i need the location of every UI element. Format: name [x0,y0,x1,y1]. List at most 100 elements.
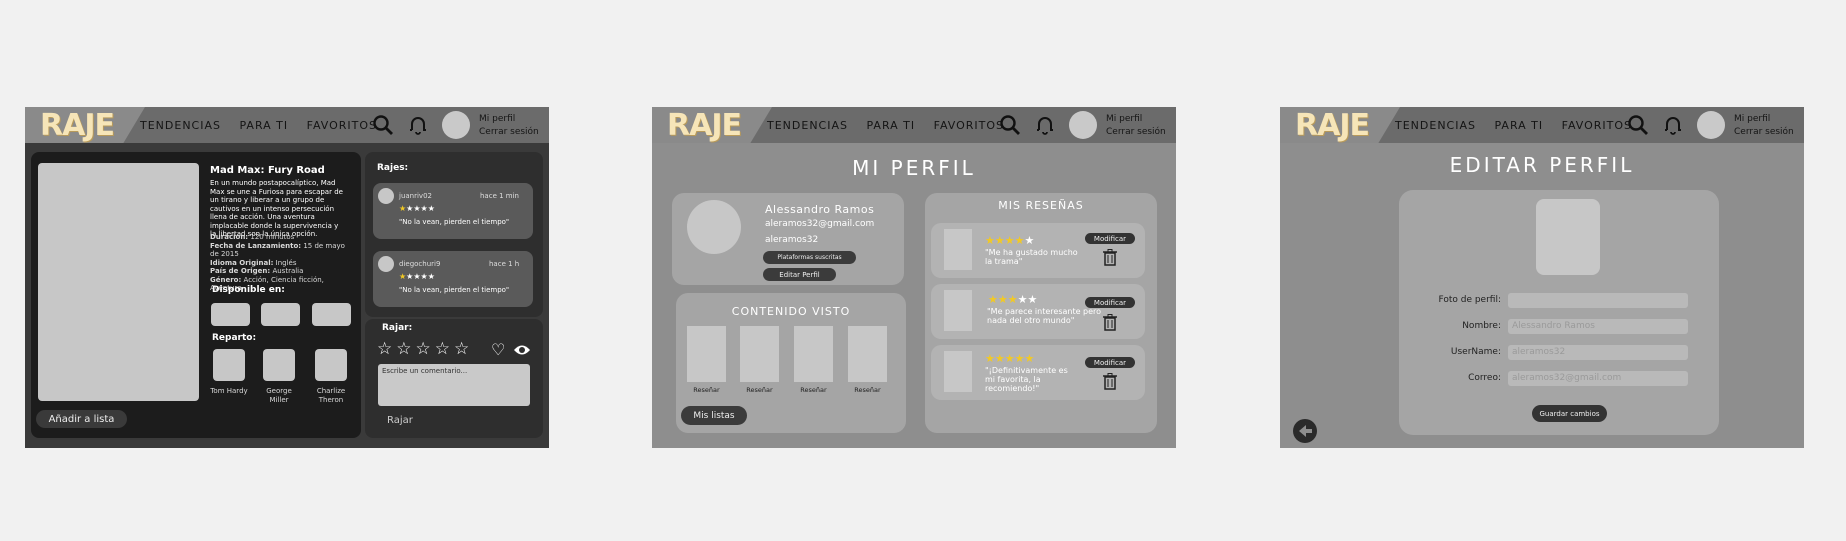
raje-rating: ★★★★★ [399,272,435,281]
profile-photo-preview [1536,199,1600,275]
logo[interactable]: RAJE [1295,108,1370,143]
avatar [378,256,394,272]
avatar[interactable] [1697,111,1725,139]
available-label: Disponible en: [212,285,285,295]
trash-icon[interactable] [1103,249,1117,266]
platform-slot[interactable] [261,303,300,326]
edit-profile-button[interactable]: Editar Perfil [763,268,836,281]
duration-value: 120 minutos [250,233,295,241]
seen-title: CONTENIDO VISTO [731,305,851,318]
bell-icon[interactable] [407,114,429,136]
cast-photo [263,349,295,381]
navbar: RAJE TENDENCIAS PARA TI FAVORITOS Mi per… [652,107,1176,143]
username-label: UserName: [1450,347,1501,357]
raje-time: hace 1 h [489,260,520,268]
review-link[interactable]: Reseñar [687,386,726,394]
avatar[interactable] [442,111,470,139]
movie-poster [38,163,199,401]
review-text: "Me ha gustado mucho la trama" [985,248,1078,266]
mi-perfil-link[interactable]: Mi perfil [479,113,539,126]
profile-screen: RAJE TENDENCIAS PARA TI FAVORITOS Mi per… [652,107,1176,448]
heart-icon[interactable]: ♡ [491,340,505,359]
movie-title: Mad Max: Fury Road [210,165,325,176]
nav-link-favoritos[interactable]: FAVORITOS [307,119,377,132]
comment-input[interactable]: Escribe un comentario... [378,364,530,406]
cast-photo [315,349,347,381]
rajar-heading: Rajar: [382,323,413,333]
photo-label: Foto de perfil: [1438,295,1501,305]
review-link[interactable]: Reseñar [848,386,887,394]
edit-profile-screen: RAJE TENDENCIAS PARA TI FAVORITOS Mi per… [1280,107,1804,448]
rating-stars-input[interactable]: ☆☆☆☆☆ [377,339,473,359]
raje-time: hace 1 min [480,192,519,200]
review-link[interactable]: Reseñar [740,386,779,394]
seen-poster [687,326,726,382]
raje-rating: ★★★★★ [399,204,435,213]
page-title: EDITAR PERFIL [1449,153,1635,177]
modify-button[interactable]: Modificar [1085,297,1135,308]
nav-link-para-ti[interactable]: PARA TI [1494,119,1543,132]
language-label: Idioma Original: [210,258,274,267]
rajes-heading: Rajes: [377,163,409,173]
username-input[interactable]: aleramos32 [1508,345,1688,360]
logo[interactable]: RAJE [667,108,742,143]
review-rating: ★★★★★ [985,352,1035,365]
movie-detail-screen: RAJE TENDENCIAS PARA TI FAVORITOS Mi per… [25,107,549,448]
rajar-submit-button[interactable]: Rajar [387,415,413,426]
review-text: "¡Definitivamente es mi favorita, la rec… [985,366,1068,393]
back-arrow-icon[interactable] [1292,418,1318,444]
duration-label: Duración: [210,233,249,241]
platform-slot[interactable] [211,303,250,326]
search-icon[interactable] [1627,114,1649,136]
profile-email: aleramos32@gmail.com [765,219,875,229]
raje-text: "No la vean, pierden el tiempo" [399,218,510,226]
eye-icon[interactable] [513,343,531,357]
nav-link-tendencias[interactable]: TENDENCIAS [1395,119,1476,132]
cerrar-sesion-link[interactable]: Cerrar sesión [1734,126,1794,139]
nav-link-para-ti[interactable]: PARA TI [239,119,288,132]
profile-username: aleramos32 [765,235,819,245]
reviews-title: MIS RESEÑAS [998,199,1084,212]
mi-perfil-link[interactable]: Mi perfil [1106,113,1166,126]
cerrar-sesion-link[interactable]: Cerrar sesión [479,126,539,139]
movie-synopsis: En un mundo postapocalíptico, Mad Max se… [210,179,343,238]
mi-perfil-link[interactable]: Mi perfil [1734,113,1794,126]
search-icon[interactable] [999,114,1021,136]
bell-icon[interactable] [1662,114,1684,136]
modify-button[interactable]: Modificar [1085,357,1135,368]
cast-name: Tom Hardy [210,387,248,395]
raje-user: juanriv02 [399,192,432,200]
modify-button[interactable]: Modificar [1085,233,1135,244]
nav-link-para-ti[interactable]: PARA TI [866,119,915,132]
my-lists-button[interactable]: Mis listas [681,406,747,425]
nav-link-tendencias[interactable]: TENDENCIAS [140,119,221,132]
search-icon[interactable] [372,114,394,136]
review-link[interactable]: Reseñar [794,386,833,394]
logo[interactable]: RAJE [40,108,115,143]
save-changes-button[interactable]: Guardar cambios [1532,405,1607,422]
raje-text: "No la vean, pierden el tiempo" [399,286,510,294]
email-input[interactable]: aleramos32@gmail.com [1508,371,1688,386]
profile-name: Alessandro Ramos [765,203,875,216]
review-rating: ★★★★★ [985,234,1035,247]
review-text: "Me parece interesante pero nada del otr… [987,307,1102,325]
avatar[interactable] [1069,111,1097,139]
trash-icon[interactable] [1103,373,1117,390]
trash-icon[interactable] [1103,314,1117,331]
photo-input[interactable] [1508,293,1688,308]
navbar: RAJE TENDENCIAS PARA TI FAVORITOS Mi per… [25,107,549,143]
genre-label: Género: [210,275,242,284]
add-to-list-button[interactable]: Añadir a lista [36,410,127,428]
nav-link-tendencias[interactable]: TENDENCIAS [767,119,848,132]
platform-slot[interactable] [312,303,351,326]
nav-link-favoritos[interactable]: FAVORITOS [934,119,1004,132]
email-label: Correo: [1468,373,1501,383]
navbar: RAJE TENDENCIAS PARA TI FAVORITOS Mi per… [1280,107,1804,143]
name-input[interactable]: Alessandro Ramos [1508,319,1688,334]
platforms-button[interactable]: Plataformas suscritas [763,251,856,264]
bell-icon[interactable] [1034,114,1056,136]
profile-avatar [687,200,741,254]
cerrar-sesion-link[interactable]: Cerrar sesión [1106,126,1166,139]
cast-label: Reparto: [212,333,257,343]
nav-link-favoritos[interactable]: FAVORITOS [1562,119,1632,132]
